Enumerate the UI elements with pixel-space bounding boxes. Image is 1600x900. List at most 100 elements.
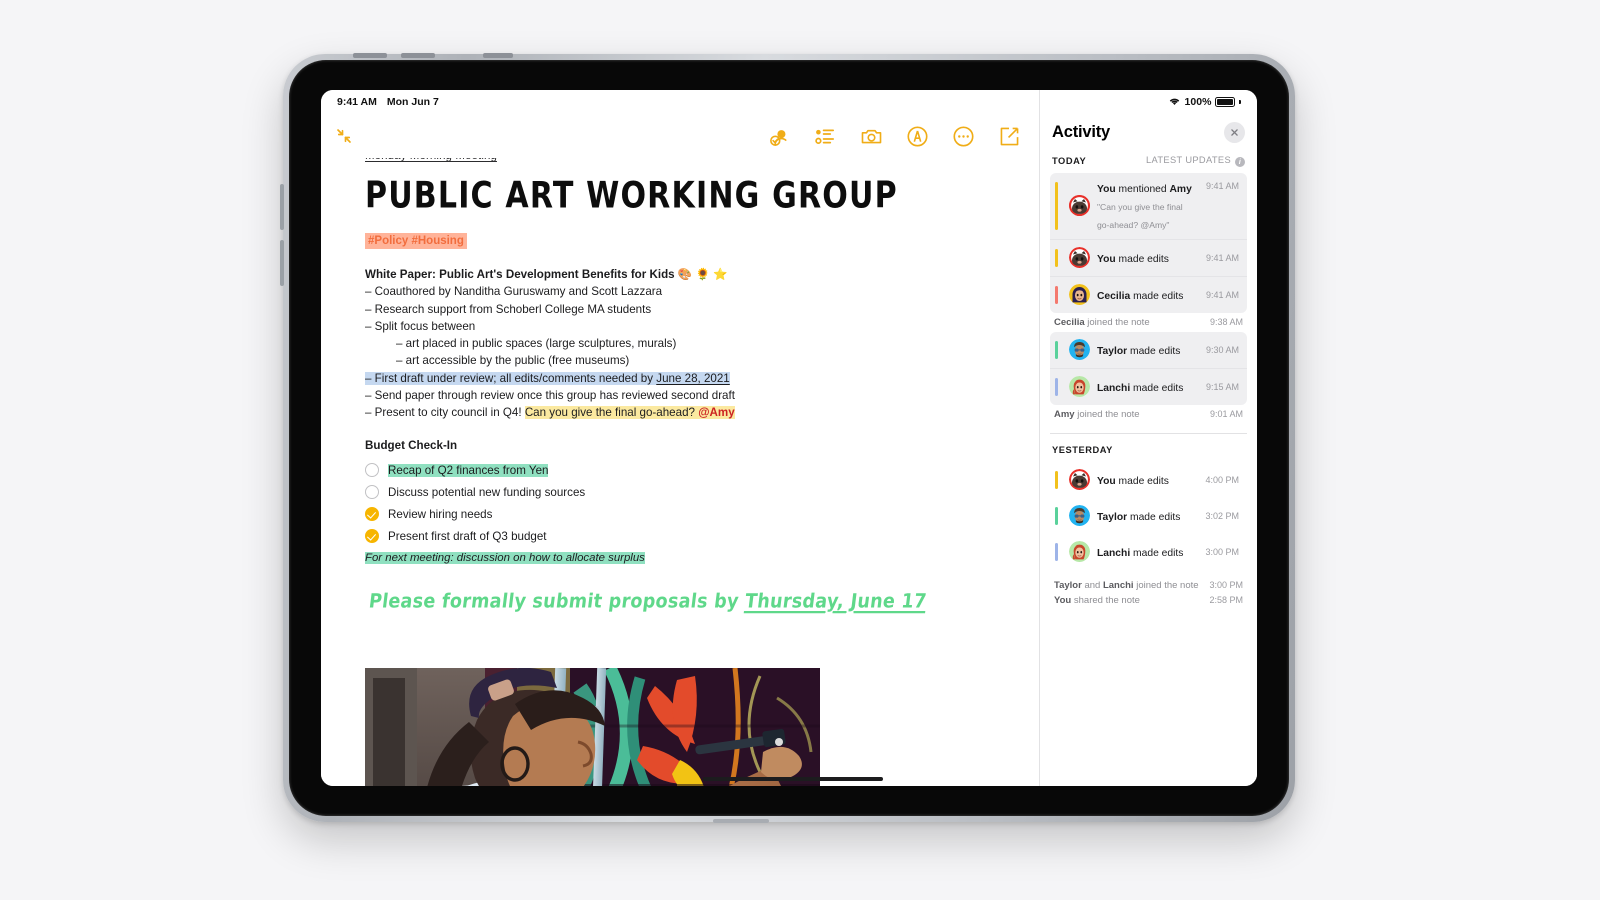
activity-row-text: You made edits [1097,471,1194,489]
activity-action: mentioned [1115,183,1170,195]
activity-plain-row: Taylor and Lanchi joined the note 3:00 P… [1050,578,1247,593]
side-button-1[interactable] [280,184,284,230]
power-button[interactable] [483,53,513,58]
activity-timestamp: 3:00 PM [1205,546,1239,557]
battery-tip [1239,100,1241,104]
review-highlight: – First draft under review; all edits/co… [365,371,730,385]
todo-item[interactable]: Discuss potential new funding sources [365,481,1013,503]
checklist-icon[interactable] [814,125,837,148]
note-tags[interactable]: #Policy #Housing [365,233,467,249]
activity-row-edit[interactable]: Lanchi made edits 3:00 PM [1050,534,1247,570]
activity-timestamp: 9:15 AM [1205,381,1239,392]
next-meeting-row: For next meeting: discussion on how to a… [365,547,1013,566]
activity-title: Activity [1052,123,1111,141]
activity-plain-actor: Cecilia [1054,316,1085,328]
activity-line: Taylor made edits [1097,346,1180,357]
budget-heading: Budget Check-In [365,439,458,453]
activity-action: made edits [1130,382,1184,394]
activity-row-edit[interactable]: Lanchi made edits 9:15 AM [1050,367,1247,405]
volume-down-button[interactable] [401,53,435,58]
activity-action: made edits [1127,511,1181,523]
activity-row-edit[interactable]: Taylor made edits 3:02 PM [1050,498,1247,534]
todo-label: Present first draft of Q3 budget [388,529,547,543]
activity-quote: "Can you give the final go-ahead? @Amy" [1097,201,1183,230]
camera-icon[interactable] [860,125,883,148]
activity-row-edit[interactable]: Cecilia made edits 9:41 AM [1050,275,1247,313]
activity-row-text: You mentioned Amy "Can you give the fina… [1097,179,1195,233]
close-icon[interactable] [1224,122,1245,143]
activity-actor: Cecilia [1097,290,1131,302]
council-line: – Present to city council in Q4! Can you… [365,404,1013,421]
activity-action: made edits [1127,345,1181,357]
compose-note-icon[interactable] [998,125,1021,148]
activity-sidebar: 100% Activity TODAY LATEST UPDATES i You… [1039,90,1257,786]
status-time: 9:41 AM [337,96,377,108]
bullet-item: – Research support from Schoberl College… [365,302,652,316]
activity-timestamp: 4:00 PM [1205,474,1239,485]
checkbox-unchecked-icon[interactable] [365,485,379,500]
activity-action: made edits [1115,475,1169,487]
home-indicator[interactable] [703,777,883,781]
activity-row-mention[interactable]: You mentioned Amy "Can you give the fina… [1050,173,1247,239]
handwriting-prefix: Please formally submit proposals by [367,591,747,614]
activity-plain-actor2: Lanchi [1102,579,1134,591]
activity-row-edit[interactable]: You made edits 9:41 AM [1050,238,1247,276]
checkbox-checked-icon[interactable] [365,507,379,522]
checkbox-unchecked-icon[interactable] [365,463,379,478]
screenshot-stage: 9:41 AM Mon Jun 7 PUBLIC ART WORKING GRO… [0,0,1600,900]
activity-line: Taylor made edits [1097,512,1180,523]
note-title: PUBLIC ART WORKING GROUP [365,174,898,217]
activity-action: made edits [1130,290,1184,302]
review-prefix: – First draft under review; all edits/co… [365,371,657,385]
activity-yesterday-plain: Taylor and Lanchi joined the note 3:00 P… [1040,576,1257,610]
ipad-device-frame: 9:41 AM Mon Jun 7 PUBLIC ART WORKING GRO… [280,53,1295,823]
activity-target: Amy [1169,183,1192,195]
latest-updates-text: LATEST UPDATES [1146,155,1231,165]
activity-yesterday-group: You made edits 4:00 PM Taylor made edits… [1040,462,1257,570]
activity-actor: You [1097,253,1116,265]
send-paper-line: – Send paper through review once this gr… [365,388,735,402]
note-photo[interactable] [365,668,820,786]
activity-row-text: Lanchi made edits [1097,378,1195,396]
latest-updates-label[interactable]: LATEST UPDATES i [1146,155,1245,167]
todo-item[interactable]: Review hiring needs [365,503,1013,525]
volume-up-button[interactable] [353,53,387,58]
activity-row-edit[interactable]: You made edits 4:00 PM [1050,462,1247,498]
activity-plain-group-1: Cecilia joined the note 9:38 AM [1040,313,1257,332]
markup-pencil-icon[interactable] [906,125,929,148]
activity-plain-row: Cecilia joined the note 9:38 AM [1050,315,1247,330]
activity-timestamp: 3:00 PM [1209,580,1243,590]
side-button-2[interactable] [280,240,284,286]
review-date-link[interactable]: June 28, 2021 [656,372,730,385]
activity-row-text: Cecilia made edits [1097,286,1195,304]
bullet-item: – art placed in public spaces (large scu… [396,337,677,351]
activity-row-text: You made edits [1097,249,1195,267]
activity-line: Lanchi made edits [1097,548,1183,559]
handwriting-date: Thursday, June 17 [743,591,928,614]
todo-item[interactable]: Present first draft of Q3 budget [365,525,1013,547]
activity-plain-action: shared the note [1071,594,1140,606]
avatar-taylor [1069,505,1090,526]
bullet-item: – Split focus between [365,319,476,333]
council-prefix: – Present to city council in Q4! [365,406,525,420]
avatar-lanchi [1069,376,1090,397]
activity-actor: Taylor [1097,511,1128,523]
collapse-arrows-icon[interactable] [335,127,353,145]
smart-connector [713,819,769,823]
mention-amy[interactable]: @Amy [698,406,734,419]
whitepaper-heading: White Paper: Public Art's Development Be… [365,266,1013,283]
activity-plain-actor: Amy [1054,408,1075,420]
activity-plain-actor: You [1054,594,1072,606]
more-options-icon[interactable] [952,125,975,148]
activity-accent-bar [1055,248,1058,267]
todo-item[interactable]: Recap of Q2 finances from Yen [365,459,1013,481]
status-bar-right-group: 100% [1039,90,1257,114]
activity-row-edit[interactable]: Taylor made edits 9:30 AM [1050,332,1247,368]
info-icon[interactable]: i [1235,156,1245,167]
mural-artist-photo [365,668,820,786]
add-people-icon[interactable] [768,125,791,148]
activity-accent-bar [1055,285,1058,304]
activity-today-group-2: Taylor made edits 9:30 AM Lanchi made ed… [1040,331,1257,405]
activity-plain-row: Amy joined the note 9:01 AM [1050,407,1247,422]
checkbox-checked-icon[interactable] [365,529,379,544]
